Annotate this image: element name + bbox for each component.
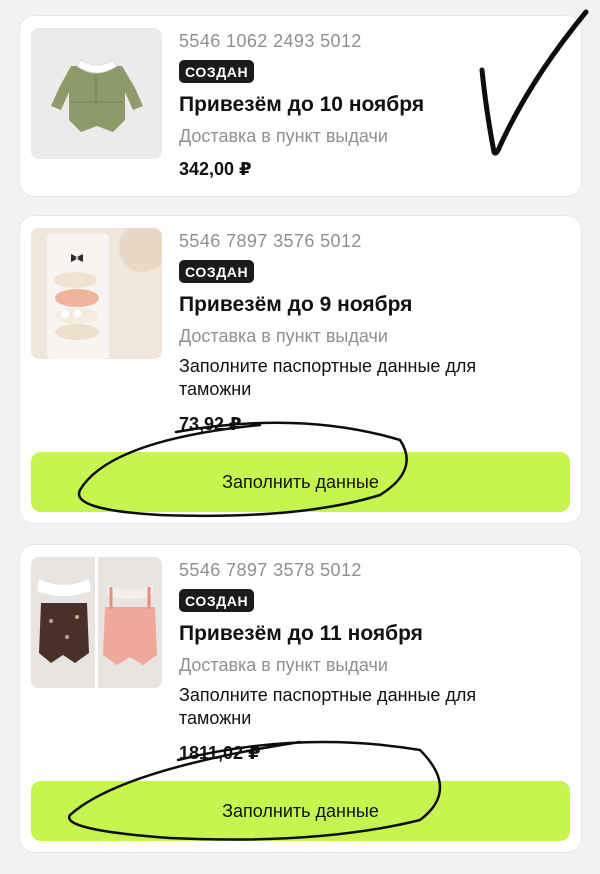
delivery-method: Доставка в пункт выдачи — [179, 126, 388, 146]
customs-note: Заполните паспортные данные для таможни — [179, 685, 477, 728]
delivery-method: Доставка в пункт выдачи — [179, 655, 388, 675]
fill-data-button[interactable]: Заполнить данные — [31, 452, 570, 512]
product-image-hair-clips[interactable] — [31, 228, 162, 359]
delivery-date-title: Привезём до 10 ноября — [179, 93, 425, 116]
order-card[interactable]: 5546 7897 3576 5012 СОЗДАН Привезём до 9… — [20, 216, 581, 523]
product-image-rompers[interactable] — [31, 557, 162, 688]
order-number: 5546 1062 2493 5012 — [179, 31, 362, 51]
delivery-date-title: Привезём до 9 ноября — [179, 293, 413, 316]
fill-data-button[interactable]: Заполнить данные — [31, 781, 570, 841]
order-price: 1811,02 ₽ — [179, 743, 261, 763]
orders-page: 5546 1062 2493 5012 СОЗДАН Привезём до 1… — [0, 0, 600, 874]
delivery-date-title: Привезём до 11 ноября — [179, 622, 423, 645]
order-price: 73,92 ₽ — [179, 414, 242, 434]
status-badge: СОЗДАН — [179, 60, 255, 83]
order-number: 5546 7897 3578 5012 — [179, 560, 362, 580]
status-badge: СОЗДАН — [179, 589, 255, 612]
order-card[interactable]: 5546 7897 3578 5012 СОЗДАН Привезём до 1… — [20, 545, 581, 852]
order-card[interactable]: 5546 1062 2493 5012 СОЗДАН Привезём до 1… — [20, 16, 581, 196]
order-number: 5546 7897 3576 5012 — [179, 231, 362, 251]
order-price: 342,00 ₽ — [179, 159, 252, 179]
customs-note: Заполните паспортные данные для таможни — [179, 356, 477, 399]
product-image-green-romper[interactable] — [31, 28, 162, 159]
status-badge: СОЗДАН — [179, 260, 255, 283]
delivery-method: Доставка в пункт выдачи — [179, 326, 388, 346]
